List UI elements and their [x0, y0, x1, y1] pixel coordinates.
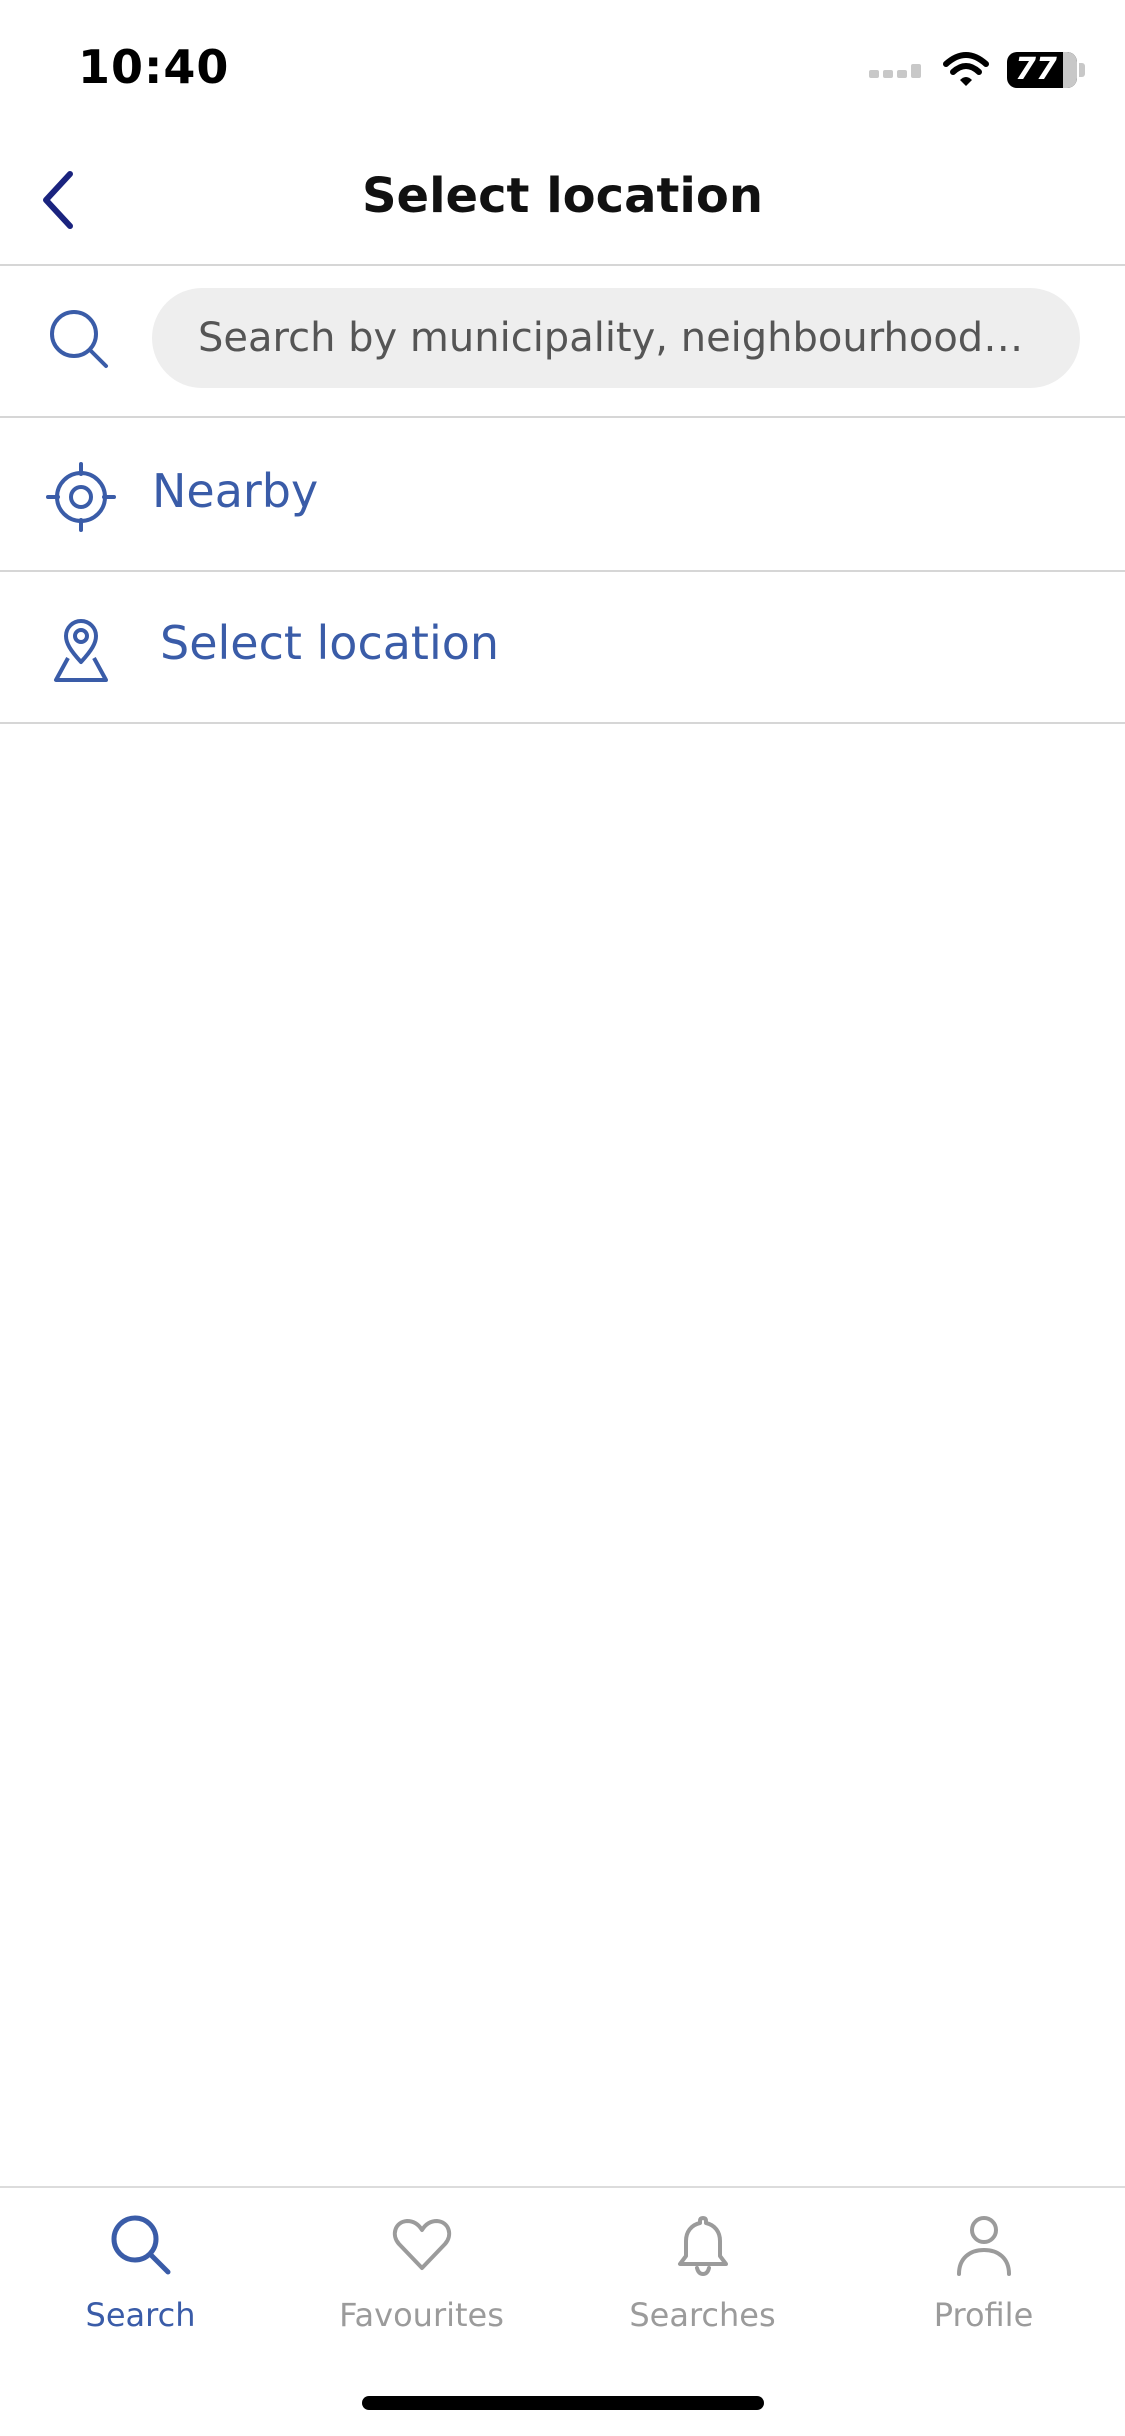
tab-search[interactable]: Search [0, 2188, 281, 2358]
tab-profile-label: Profile [933, 2296, 1034, 2334]
nearby-label: Nearby [152, 464, 319, 518]
status-bar: 10:40 77 [0, 0, 1125, 140]
nav-header: Select location [0, 140, 1125, 266]
person-icon [951, 2212, 1017, 2278]
tab-favourites[interactable]: Favourites [281, 2188, 562, 2358]
tab-profile[interactable]: Profile [843, 2188, 1124, 2358]
map-pin-icon [46, 614, 116, 684]
search-input[interactable] [152, 288, 1080, 388]
select-location-label: Select location [160, 616, 500, 670]
tab-search-label: Search [85, 2296, 196, 2334]
nearby-option[interactable]: Nearby [0, 420, 1125, 572]
tab-searches-label: Searches [629, 2296, 776, 2334]
battery-indicator: 77 [1007, 52, 1085, 88]
status-icons: 77 [869, 48, 1085, 92]
battery-empty-part [1063, 52, 1077, 88]
status-time: 10:40 [78, 40, 230, 94]
search-icon [44, 304, 116, 376]
select-location-option[interactable]: Select location [0, 572, 1125, 724]
battery-cap [1079, 63, 1085, 77]
search-row [0, 266, 1125, 418]
battery-icon: 77 [1007, 52, 1077, 88]
crosshair-icon [46, 462, 116, 532]
home-indicator [362, 2396, 764, 2410]
tab-favourites-label: Favourites [339, 2296, 504, 2334]
page-title: Select location [361, 168, 764, 224]
cellular-signal-icon [869, 64, 921, 78]
heart-icon [389, 2212, 455, 2278]
wifi-icon [943, 52, 989, 86]
bell-icon [670, 2212, 736, 2278]
screen: 10:40 77 Select location Search by munic… [0, 0, 1125, 2436]
battery-level: 77 [1015, 52, 1057, 87]
search-icon [108, 2212, 174, 2278]
tab-searches[interactable]: Searches [562, 2188, 843, 2358]
